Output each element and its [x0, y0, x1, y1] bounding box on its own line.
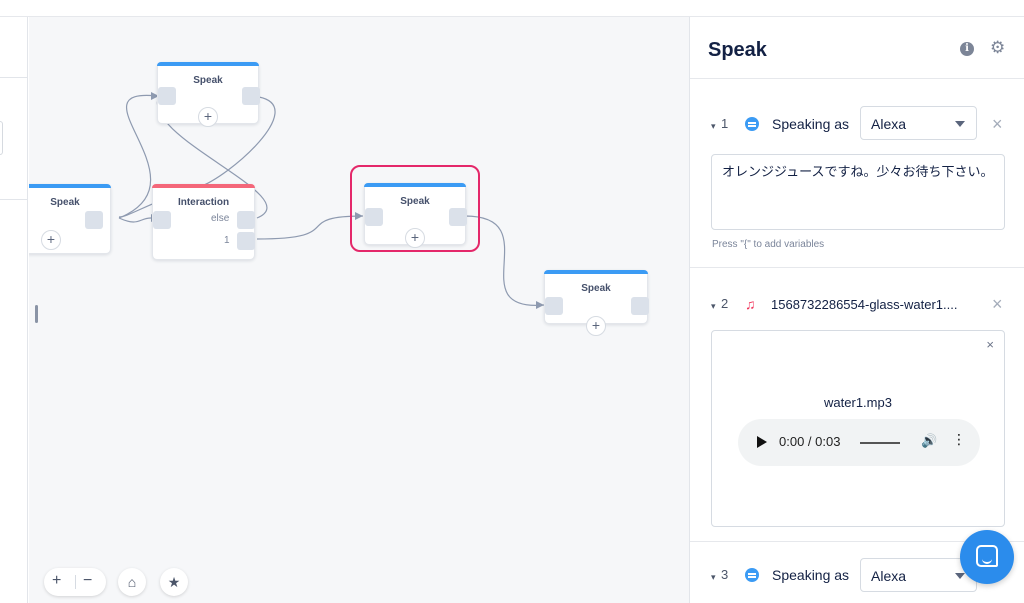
add-step-button[interactable]: +	[198, 107, 218, 127]
speak-node-title: Speak	[50, 197, 80, 208]
speak-node-title: Speak	[581, 283, 611, 294]
variables-hint: Press "{" to add variables	[712, 239, 825, 250]
output-port[interactable]	[631, 297, 649, 315]
left-panel	[0, 17, 28, 603]
speech-bubble-icon	[745, 568, 759, 582]
volume-icon[interactable]: 🔊	[921, 433, 937, 449]
zoom-controls: + −	[44, 568, 106, 596]
output-port[interactable]	[242, 87, 260, 105]
chat-glyph	[976, 545, 998, 567]
more-options-icon[interactable]: ⋮	[952, 431, 966, 448]
audio-preview: × water1.mp3 0:00 / 0:03 🔊 ⋮	[711, 330, 1005, 527]
zoom-out-button[interactable]: −	[83, 572, 92, 590]
speak-node-title: Speak	[400, 196, 430, 207]
collapse-caret[interactable]: ▾	[711, 121, 716, 132]
zoom-divider	[75, 575, 76, 589]
audio-file-name: water1.mp3	[824, 395, 892, 410]
port-label-1: 1	[224, 235, 230, 246]
port-label-else: else	[211, 213, 230, 224]
interaction-node-bar	[152, 184, 255, 188]
connector-1-to-speak	[256, 215, 364, 240]
speaking-as-label: Speaking as	[772, 567, 850, 583]
speak-node-title: Speak	[193, 75, 223, 86]
speak-node[interactable]: Speak +	[544, 270, 649, 336]
chevron-down-icon	[955, 573, 965, 579]
input-port[interactable]	[153, 211, 171, 229]
speak-node-bar	[29, 184, 111, 188]
add-step-button[interactable]: +	[405, 228, 425, 248]
left-panel-divider	[0, 199, 28, 200]
speak-node-bar	[364, 183, 466, 187]
left-panel-divider	[0, 77, 28, 78]
flow-canvas[interactable]: Speak + Speak + Interaction else 1 Speak…	[29, 17, 689, 603]
step-number: 2	[721, 296, 729, 311]
add-step-button[interactable]: +	[41, 230, 61, 250]
input-port[interactable]	[158, 87, 176, 105]
speak-node-bar	[157, 62, 259, 66]
interaction-node-title: Interaction	[177, 197, 230, 208]
star-icon[interactable]: ★	[160, 568, 188, 596]
panel-header: Speak i ⚙	[690, 17, 1024, 79]
audio-filename: 1568732286554-glass-water1....	[771, 297, 958, 312]
speak-node-selected[interactable]: Speak +	[364, 183, 467, 248]
step-number: 1	[721, 116, 729, 131]
resize-handle[interactable]	[35, 305, 38, 323]
audio-time: 0:00 / 0:03	[779, 434, 841, 449]
chat-launcher-icon[interactable]	[960, 530, 1014, 584]
voice-select[interactable]: Alexa	[860, 558, 977, 592]
collapse-caret[interactable]: ▾	[711, 301, 716, 312]
audio-step-2: ▾ 2 ♫ 1568732286554-glass-water1.... × ×…	[690, 268, 1024, 542]
gear-icon[interactable]: ⚙	[990, 39, 1005, 57]
speak-node-bar	[544, 270, 648, 274]
speak-node[interactable]: Speak +	[157, 62, 260, 127]
voice-select-value: Alexa	[871, 116, 907, 132]
add-step-button[interactable]: +	[586, 316, 606, 336]
top-bar	[0, 0, 1024, 17]
connector-arrowhead	[536, 301, 544, 309]
audio-player: 0:00 / 0:03 🔊 ⋮	[738, 419, 980, 466]
remove-step-button[interactable]: ×	[992, 115, 1003, 133]
chevron-down-icon	[955, 121, 965, 127]
music-note-icon: ♫	[745, 296, 756, 312]
info-icon[interactable]: i	[960, 42, 974, 56]
input-port[interactable]	[545, 297, 563, 315]
collapse-caret[interactable]: ▾	[711, 572, 716, 583]
output-port-1[interactable]	[237, 232, 255, 250]
output-port[interactable]	[449, 208, 467, 226]
interaction-node[interactable]: Interaction else 1	[152, 184, 255, 260]
output-port-else[interactable]	[237, 211, 255, 229]
connector-speak-to-interaction	[118, 217, 152, 223]
left-panel-tab[interactable]	[0, 121, 3, 155]
zoom-in-button[interactable]: +	[52, 572, 61, 590]
editor-panel: Speak i ⚙ ▾ 1 Speaking as Alexa × オレンジジュ…	[689, 17, 1024, 603]
speaking-as-label: Speaking as	[772, 116, 850, 132]
voice-select[interactable]: Alexa	[860, 106, 977, 140]
output-port[interactable]	[85, 211, 103, 229]
remove-step-button[interactable]: ×	[992, 295, 1003, 313]
speech-bubble-icon	[745, 117, 759, 131]
close-audio-button[interactable]: ×	[986, 337, 994, 352]
speak-node[interactable]: Speak +	[29, 184, 111, 254]
home-icon[interactable]: ⌂	[118, 568, 146, 596]
speak-step-1: ▾ 1 Speaking as Alexa × オレンジジュースですね。少々お待…	[690, 79, 1024, 268]
panel-title: Speak	[708, 39, 767, 61]
play-icon[interactable]	[757, 436, 767, 448]
step-number: 3	[721, 567, 729, 582]
input-port[interactable]	[365, 208, 383, 226]
voice-select-value: Alexa	[871, 568, 907, 584]
speech-text-input[interactable]: オレンジジュースですね。少々お待ち下さい。	[711, 154, 1005, 230]
audio-progress-track[interactable]	[860, 442, 900, 444]
